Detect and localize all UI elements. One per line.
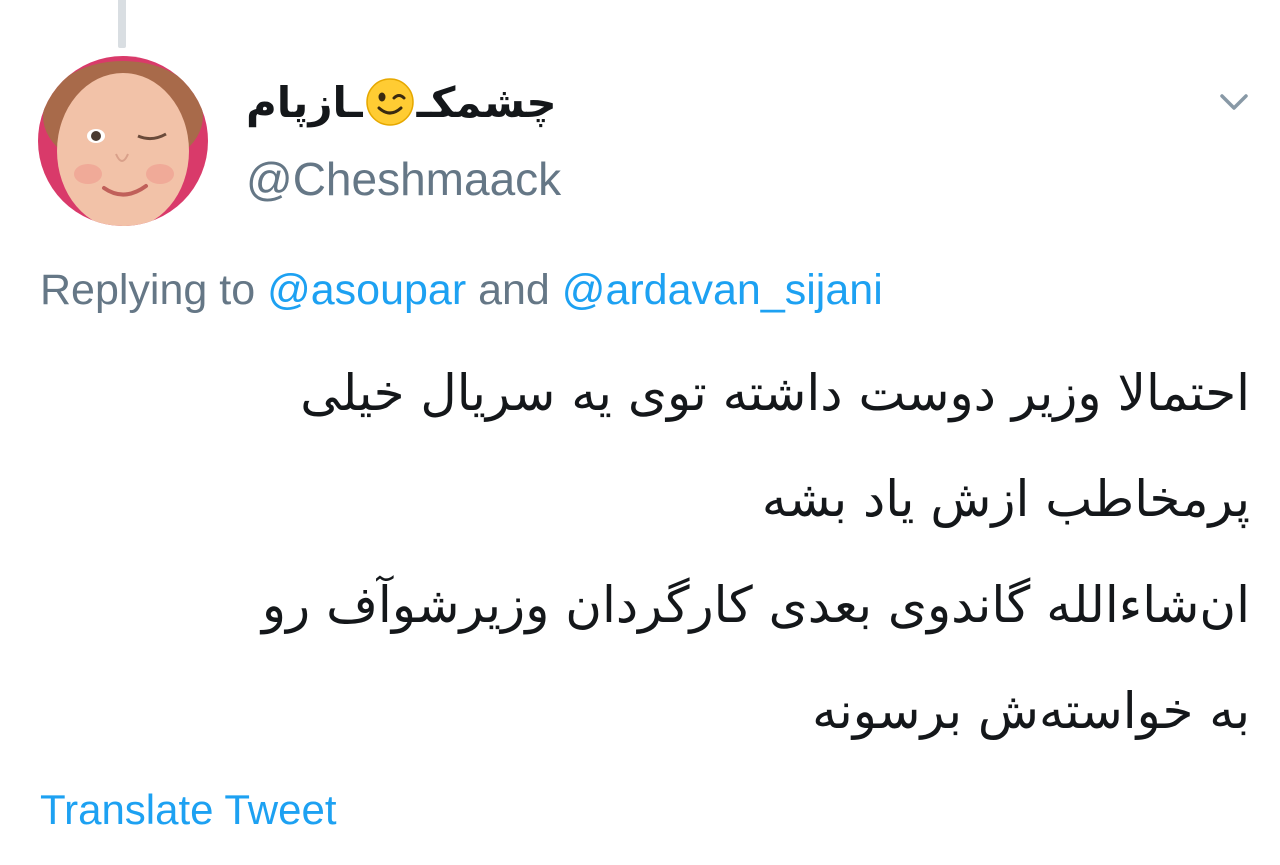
thread-connector-line bbox=[118, 0, 126, 48]
author-display-name[interactable]: چشمکـ ـازپام bbox=[246, 70, 557, 134]
display-name-part1: چشمکـ bbox=[416, 77, 557, 127]
mention-link-ardavan-sijani[interactable]: @ardavan_sijani bbox=[562, 266, 883, 314]
avatar[interactable] bbox=[38, 56, 208, 226]
winking-face-emoji-icon bbox=[365, 77, 415, 127]
replying-to-conjunction: and bbox=[478, 266, 550, 314]
translate-tweet-link[interactable]: Translate Tweet bbox=[40, 786, 336, 834]
author-handle[interactable]: @Cheshmaack bbox=[246, 152, 561, 206]
replying-to-prefix: Replying to bbox=[40, 266, 256, 314]
tweet-text-line: پرمخاطب ازش یاد بشه bbox=[761, 470, 1250, 528]
tweet-text-line: ان‌شاءالله گاندوی بعدی کارگردان وزیرشوآف… bbox=[261, 576, 1250, 634]
tweet-text-line: احتمالا وزیر دوست داشته توی یه سریال خیل… bbox=[300, 364, 1250, 422]
tweet-text-line: به خواسته‌ش برسونه bbox=[812, 682, 1250, 740]
display-name-part2: ـازپام bbox=[246, 77, 363, 127]
tweet-text: احتمالا وزیر دوست داشته توی یه سریال خیل… bbox=[40, 340, 1250, 764]
replying-to: Replying to @asoupar and @ardavan_sijani bbox=[40, 266, 883, 315]
mention-link-asoupar[interactable]: @asoupar bbox=[267, 266, 466, 314]
chevron-down-icon[interactable] bbox=[1212, 84, 1256, 120]
tweet-view: چشمکـ ـازپام @Cheshmaack Replying to @as… bbox=[0, 0, 1280, 865]
